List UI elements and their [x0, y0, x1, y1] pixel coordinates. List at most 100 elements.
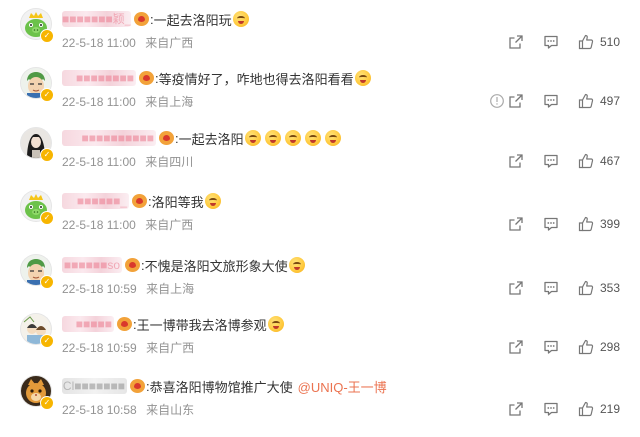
- thumbs-up-icon[interactable]: [578, 339, 594, 355]
- like-count: 510: [600, 35, 621, 49]
- share-icon[interactable]: [508, 34, 524, 50]
- fan-badge-icon: [132, 194, 147, 208]
- comment-item: ✓ ■■■■■■so : 不愧是洛阳文旅形象大使 22-5-18 10:59 来…: [0, 255, 640, 313]
- emoji-group: [244, 130, 341, 147]
- username[interactable]: ■■■■■■so: [62, 257, 122, 273]
- comment-date: 22-5-18 10:59: [62, 282, 137, 296]
- mention-link[interactable]: @UNIQ-王一博: [298, 377, 387, 396]
- comment-date: 22-5-18 10:58: [62, 403, 137, 417]
- emoji-group: [267, 316, 284, 333]
- reply-icon[interactable]: [543, 280, 559, 296]
- comment-meta: 22-5-18 11:00 来自广西: [62, 34, 193, 51]
- emoji-group: [354, 70, 371, 87]
- laughing-emoji-icon: [284, 130, 301, 147]
- comment-item: ✓ ■■■■■ : 王一博带我去洛博参观 22-5-18 10:59 来自广西 …: [0, 314, 640, 372]
- comment-location: 来自四川: [145, 155, 194, 169]
- fan-badge-icon: [130, 379, 145, 393]
- username[interactable]: ■■■■■■■■■■: [62, 130, 156, 146]
- share-icon[interactable]: [508, 93, 524, 109]
- share-icon[interactable]: [508, 216, 524, 232]
- comment-text: 等疫情好了，咋地也得去洛阳看看: [158, 71, 354, 87]
- share-icon[interactable]: [508, 280, 524, 296]
- v-badge-icon: ✓: [40, 275, 54, 289]
- comment-body: Cl■■■■■■■ : 恭喜洛阳博物馆推广大使 @UNIQ-王一博: [62, 376, 387, 396]
- username[interactable]: Cl■■■■■■■: [62, 378, 127, 394]
- comment-text: 洛阳等我: [151, 194, 204, 210]
- laughing-emoji-icon: [232, 11, 249, 28]
- comment-text: 恭喜洛阳博物馆推广大使: [149, 379, 293, 395]
- comment-date: 22-5-18 11:00: [62, 218, 136, 232]
- comment-location: 来自山东: [146, 403, 195, 417]
- comment-actions: 353: [508, 280, 621, 296]
- laughing-emoji-icon: [304, 130, 321, 147]
- reply-icon[interactable]: [543, 34, 559, 50]
- v-badge-icon: ✓: [40, 88, 54, 102]
- comment-location: 来自广西: [146, 341, 195, 355]
- reply-icon[interactable]: [543, 339, 559, 355]
- comment-actions: 510: [508, 34, 621, 50]
- comment-date: 22-5-18 10:59: [62, 341, 137, 355]
- comment-meta: 22-5-18 11:00 来自广西: [62, 216, 193, 233]
- share-icon[interactable]: [508, 153, 524, 169]
- comment-item: ✓ Cl■■■■■■■ : 恭喜洛阳博物馆推广大使 @UNIQ-王一博 22-5…: [0, 376, 640, 434]
- comment-date: 22-5-18 11:00: [62, 95, 136, 109]
- comment-meta: 22-5-18 11:00 来自四川: [62, 153, 193, 170]
- like-count: 219: [600, 402, 621, 416]
- v-badge-icon: ✓: [40, 334, 54, 348]
- laughing-emoji-icon: [267, 316, 284, 333]
- comment-body: ■■■■■■so : 不愧是洛阳文旅形象大使: [62, 255, 305, 275]
- like-count: 497: [600, 94, 621, 108]
- comment-meta: 22-5-18 10:59 来自广西: [62, 339, 194, 356]
- share-icon[interactable]: [508, 339, 524, 355]
- reply-icon[interactable]: [543, 216, 559, 232]
- thumbs-up-icon[interactable]: [578, 280, 594, 296]
- username[interactable]: ■■■■■: [62, 316, 114, 332]
- share-icon[interactable]: [508, 401, 524, 417]
- like-count: 353: [600, 281, 621, 295]
- fan-badge-icon: [125, 258, 140, 272]
- comment-meta: 22-5-18 11:00 来自上海: [62, 93, 193, 110]
- laughing-emoji-icon: [354, 70, 371, 87]
- comment-meta: 22-5-18 10:59 来自上海: [62, 280, 194, 297]
- comment-item: ✓ ■■■■■■■颖_ : 一起去洛阳玩 22-5-18 11:00 来自广西 …: [0, 9, 640, 67]
- laughing-emoji-icon: [264, 130, 281, 147]
- v-badge-icon: ✓: [40, 148, 54, 162]
- thumbs-up-icon[interactable]: [578, 401, 594, 417]
- thumbs-up-icon[interactable]: [578, 34, 594, 50]
- laughing-emoji-icon: [244, 130, 261, 147]
- comment-body: ■■■■■■■颖_ : 一起去洛阳玩: [62, 9, 249, 29]
- thumbs-up-icon[interactable]: [578, 93, 594, 109]
- comment-actions: 399: [508, 216, 621, 232]
- comment-item: ✓ ■■■■■■_ : 洛阳等我 22-5-18 11:00 来自广西 399: [0, 191, 640, 249]
- username[interactable]: ■■■■■■■颖_: [62, 11, 131, 27]
- comment-text: 一起去洛阳: [178, 131, 244, 147]
- comment-body: ■■■■■■■■■■ : 一起去洛阳: [62, 128, 341, 148]
- report-icon[interactable]: [489, 93, 505, 109]
- comment-body: ■■■■■■_ : 洛阳等我: [62, 191, 221, 211]
- thumbs-up-icon[interactable]: [578, 216, 594, 232]
- username[interactable]: ■■■■■■_: [62, 193, 129, 209]
- comment-item: ✓ ■■■■■■■■■■ : 一起去洛阳 22-5-18 11:00 来自四川 …: [0, 128, 640, 186]
- comment-location: 来自广西: [145, 218, 194, 232]
- comment-body: ■■■■■■■■ : 等疫情好了，咋地也得去洛阳看看: [62, 68, 371, 88]
- comment-actions: 467: [508, 153, 621, 169]
- comment-actions: 497: [508, 93, 621, 109]
- comment-body: ■■■■■ : 王一博带我去洛博参观: [62, 314, 284, 334]
- thumbs-up-icon[interactable]: [578, 153, 594, 169]
- username[interactable]: ■■■■■■■■: [62, 70, 136, 86]
- laughing-emoji-icon: [324, 130, 341, 147]
- fan-badge-icon: [139, 71, 154, 85]
- reply-icon[interactable]: [543, 93, 559, 109]
- reply-icon[interactable]: [543, 153, 559, 169]
- reply-icon[interactable]: [543, 401, 559, 417]
- emoji-group: [288, 257, 305, 274]
- emoji-group: [232, 11, 249, 28]
- comment-text: 不愧是洛阳文旅形象大使: [144, 258, 288, 274]
- comment-item: ✓ ■■■■■■■■ : 等疫情好了，咋地也得去洛阳看看 22-5-18 11:…: [0, 68, 640, 126]
- emoji-group: [204, 193, 221, 210]
- v-badge-icon: ✓: [40, 396, 54, 410]
- comment-list: ✓ ■■■■■■■颖_ : 一起去洛阳玩 22-5-18 11:00 来自广西 …: [0, 0, 640, 437]
- comment-text: 王一博带我去洛博参观: [136, 317, 267, 333]
- comment-location: 来自广西: [145, 36, 194, 50]
- comment-date: 22-5-18 11:00: [62, 36, 136, 50]
